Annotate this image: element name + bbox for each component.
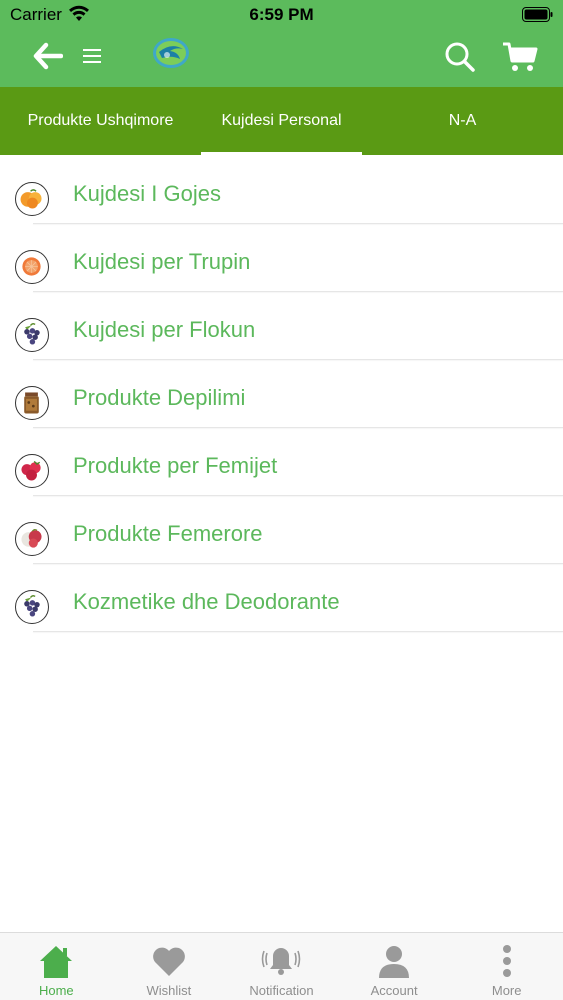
- cart-icon[interactable]: [502, 41, 538, 73]
- search-icon[interactable]: [444, 41, 476, 73]
- brand-logo[interactable]: [150, 35, 192, 71]
- arrow-left-icon[interactable]: [33, 42, 63, 70]
- tabbar-label: Notification: [249, 983, 314, 998]
- list-item[interactable]: Kujdesi I Gojes: [0, 155, 563, 224]
- tab-kujdesi-personal[interactable]: Kujdesi Personal: [201, 87, 362, 155]
- tab-label: Produkte Ushqimore: [27, 112, 174, 129]
- category-list: Kujdesi I Gojes Kujdesi per Trupin Kujde…: [0, 155, 563, 632]
- more-vertical-icon: [502, 945, 511, 977]
- list-item[interactable]: Kujdesi per Trupin: [0, 223, 563, 292]
- status-bar: Carrier 6:59 PM: [0, 0, 563, 30]
- list-item[interactable]: Produkte Depilimi: [0, 359, 563, 428]
- divider: [33, 631, 563, 632]
- heart-icon: [152, 947, 185, 976]
- raspberries-icon: [15, 454, 49, 488]
- list-item-label: Produkte Depilimi: [73, 385, 246, 410]
- grapefruit-icon: [15, 250, 49, 284]
- bell-icon: [262, 948, 301, 975]
- category-tabs: Produkte Ushqimore Kujdesi Personal N-A: [0, 87, 563, 155]
- battery-icon: [522, 7, 553, 22]
- tabbar-more[interactable]: More: [450, 933, 563, 1000]
- orange-fruit-icon: [15, 182, 49, 216]
- tabbar-home[interactable]: Home: [0, 933, 113, 1000]
- list-item-label: Kujdesi I Gojes: [73, 181, 221, 206]
- top-bar: Carrier 6:59 PM: [0, 0, 563, 87]
- user-icon: [379, 946, 410, 978]
- jar-icon: [15, 386, 49, 420]
- list-item-label: Kujdesi per Flokun: [73, 317, 256, 342]
- tabbar-label: Home: [38, 983, 74, 998]
- list-item-label: Produkte per Femijet: [73, 453, 278, 478]
- tabbar-label: Account: [370, 983, 418, 998]
- list-item[interactable]: Kujdesi per Flokun: [0, 291, 563, 360]
- tab-produkte-ushqimore[interactable]: Produkte Ushqimore: [0, 87, 201, 155]
- tabbar-wishlist[interactable]: Wishlist: [113, 933, 226, 1000]
- tabbar-label: More: [491, 983, 522, 998]
- list-item-label: Produkte Femerore: [73, 521, 263, 546]
- tab-label: N-A: [448, 112, 477, 129]
- tabbar-account[interactable]: Account: [338, 933, 451, 1000]
- lychee-icon: [15, 522, 49, 556]
- bottom-tab-bar: Home Wishlist Notification Account More: [0, 932, 563, 1000]
- list-item-label: Kozmetike dhe Deodorante: [73, 589, 340, 614]
- app-header: [0, 30, 563, 87]
- tab-n-a[interactable]: N-A: [362, 87, 563, 155]
- tabbar-notification[interactable]: Notification: [225, 933, 338, 1000]
- list-item[interactable]: Produkte per Femijet: [0, 427, 563, 496]
- list-item[interactable]: Produkte Femerore: [0, 495, 563, 564]
- home-icon: [40, 946, 73, 978]
- grapes-icon: [15, 590, 49, 624]
- list-item[interactable]: Kozmetike dhe Deodorante: [0, 563, 563, 632]
- list-item-label: Kujdesi per Trupin: [73, 249, 251, 274]
- hamburger-icon[interactable]: [81, 47, 103, 65]
- tab-label: Kujdesi Personal: [221, 112, 342, 129]
- tabbar-label: Wishlist: [146, 983, 192, 998]
- grapes-icon: [15, 318, 49, 352]
- clock: 6:59 PM: [249, 5, 314, 24]
